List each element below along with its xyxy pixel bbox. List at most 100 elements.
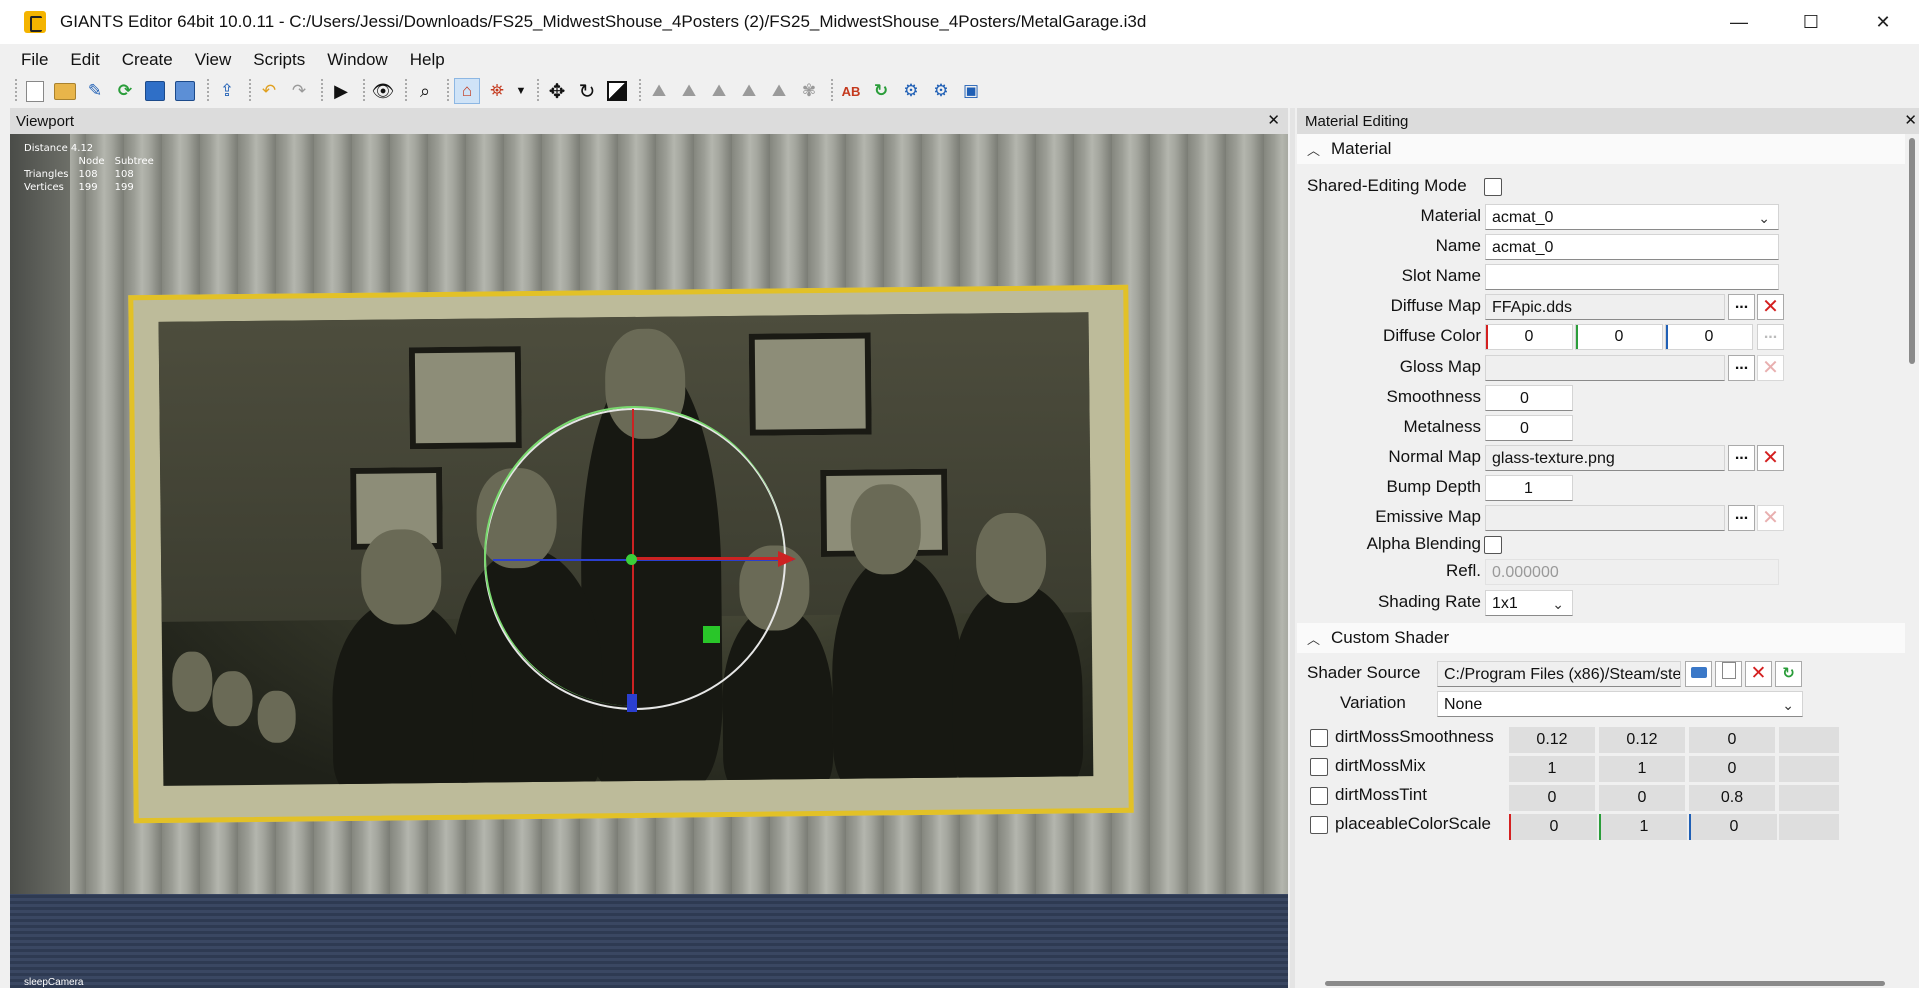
eye-icon[interactable]: 👁 [370,78,396,104]
rotate-icon[interactable]: ↻ [574,78,600,104]
diffuse-map-clear-button[interactable]: ✕ [1757,294,1784,320]
variation-select[interactable]: None ⌄ [1437,691,1803,717]
reload-icon[interactable]: ⟳ [112,78,138,104]
name-input[interactable]: acmat_0 [1485,234,1779,260]
viewport-canvas[interactable]: Distance 4.12 Node Subtree Triangles 108 10… [10,134,1288,988]
normal-map-browse-button[interactable]: ... [1728,445,1755,471]
close-button[interactable]: ✕ [1847,0,1919,44]
param-value-empty[interactable] [1779,814,1839,840]
gloss-map-input[interactable] [1485,355,1725,381]
menu-file[interactable]: File [10,50,59,70]
param-value[interactable]: 1 [1509,756,1595,782]
param-value-empty[interactable] [1779,756,1839,782]
open-folder-icon[interactable] [1685,661,1712,687]
terrain-lower-icon[interactable]: ⛰ [676,78,702,104]
gizmo-handle-z[interactable] [627,694,637,712]
diffuse-map-browse-button[interactable]: ... [1728,294,1755,320]
foliage-icon[interactable]: ✾ [796,78,822,104]
maximize-button[interactable]: ☐ [1775,0,1847,44]
menu-window[interactable]: Window [316,50,398,70]
param-value[interactable]: 0 [1599,785,1685,811]
bump-depth-input[interactable]: 1 [1485,475,1573,501]
param-checkbox[interactable] [1310,816,1328,834]
play-icon[interactable]: ▶ [328,78,354,104]
shader-source-input[interactable]: C:/Program Files (x86)/Steam/steama [1437,661,1681,687]
import-icon[interactable]: ⇪ [214,78,240,104]
normal-map-input[interactable]: glass-texture.png [1485,445,1725,471]
menu-scripts[interactable]: Scripts [242,50,316,70]
param-value[interactable]: 0.12 [1509,727,1595,753]
material-panel-vertical-scrollbar[interactable] [1905,134,1919,988]
emissive-map-input[interactable] [1485,505,1725,531]
param-value[interactable]: 1 [1599,814,1687,840]
save-as-icon[interactable] [172,78,198,104]
new-shader-icon[interactable] [1715,661,1742,687]
param-value[interactable]: 0.8 [1689,785,1775,811]
undo-icon[interactable]: ↶ [256,78,282,104]
material-select[interactable]: acmat_0 ⌄ [1485,204,1779,230]
new-file-icon[interactable] [22,78,48,104]
gizmo-axis-x[interactable] [632,557,782,560]
diffuse-color-picker-button[interactable]: ... [1757,324,1784,350]
param-checkbox[interactable] [1310,787,1328,805]
settings-icon[interactable]: ⚙ [898,78,924,104]
refl-input[interactable]: 0.000000 [1485,559,1779,585]
param-checkbox[interactable] [1310,729,1328,747]
reload-shader-icon[interactable]: ↻ [1775,661,1802,687]
open-folder-icon[interactable] [52,78,78,104]
param-value[interactable]: 0 [1509,814,1597,840]
gizmo-pivot-marker[interactable] [703,626,720,643]
param-checkbox[interactable] [1310,758,1328,776]
edit-file-icon[interactable]: ✎ [82,78,108,104]
diffuse-color-r[interactable]: 0 [1485,324,1573,350]
gear-cog-icon[interactable]: ⚙ [928,78,954,104]
texture-icon[interactable]: AB [838,78,864,104]
param-value[interactable]: 1 [1599,756,1685,782]
move-icon[interactable]: ✥ [544,78,570,104]
save-icon[interactable] [142,78,168,104]
gloss-map-clear-button[interactable]: ✕ [1757,355,1784,381]
param-value-empty[interactable] [1779,785,1839,811]
param-value-empty[interactable] [1779,727,1839,753]
monitor-icon[interactable]: ▣ [958,78,984,104]
terrain-smooth-icon[interactable]: ⛰ [706,78,732,104]
gizmo-center[interactable] [626,554,637,565]
chevron-down-icon[interactable]: ▼ [514,78,528,104]
alpha-blending-checkbox[interactable] [1484,536,1502,554]
terrain-flatten-icon[interactable]: ⛰ [736,78,762,104]
scale-icon[interactable] [604,78,630,104]
param-value[interactable]: 0 [1689,814,1777,840]
vertical-scroll-thumb[interactable] [1909,138,1915,364]
material-panel-horizontal-scrollbar[interactable] [1297,978,1905,988]
diffuse-map-input[interactable]: FFApic.dds [1485,294,1725,320]
camera-mode-icon[interactable]: ⛯ [484,78,510,104]
viewport-close-button[interactable]: ✕ [1267,111,1280,129]
refresh-icon[interactable]: ↻ [868,78,894,104]
home-icon[interactable]: ⌂ [454,78,480,104]
terrain-paint-icon[interactable]: ⛰ [766,78,792,104]
redo-icon[interactable]: ↷ [286,78,312,104]
smoothness-input[interactable]: 0 [1485,385,1573,411]
emissive-map-browse-button[interactable]: ... [1728,505,1755,531]
panel-splitter[interactable] [1290,108,1295,988]
shader-clear-button[interactable]: ✕ [1745,661,1772,687]
menu-edit[interactable]: Edit [59,50,110,70]
diffuse-color-b[interactable]: 0 [1665,324,1753,350]
metalness-input[interactable]: 0 [1485,415,1573,441]
param-value[interactable]: 0 [1689,756,1775,782]
gizmo-arrow-x[interactable] [778,551,796,567]
material-section-header[interactable]: ︿ Material [1297,134,1905,164]
shading-rate-select[interactable]: 1x1 ⌄ [1485,590,1573,616]
param-value[interactable]: 0 [1509,785,1595,811]
param-value[interactable]: 0 [1689,727,1775,753]
terrain-raise-icon[interactable]: ⛰ [646,78,672,104]
material-editing-close-button[interactable]: ✕ [1904,111,1917,129]
diffuse-color-g[interactable]: 0 [1575,324,1663,350]
custom-shader-section-header[interactable]: ︿ Custom Shader [1297,623,1905,653]
shared-editing-checkbox[interactable] [1484,178,1502,196]
menu-help[interactable]: Help [399,50,456,70]
menu-view[interactable]: View [184,50,243,70]
search-icon[interactable]: ⌕ [412,78,438,104]
emissive-map-clear-button[interactable]: ✕ [1757,505,1784,531]
param-value[interactable]: 0.12 [1599,727,1685,753]
